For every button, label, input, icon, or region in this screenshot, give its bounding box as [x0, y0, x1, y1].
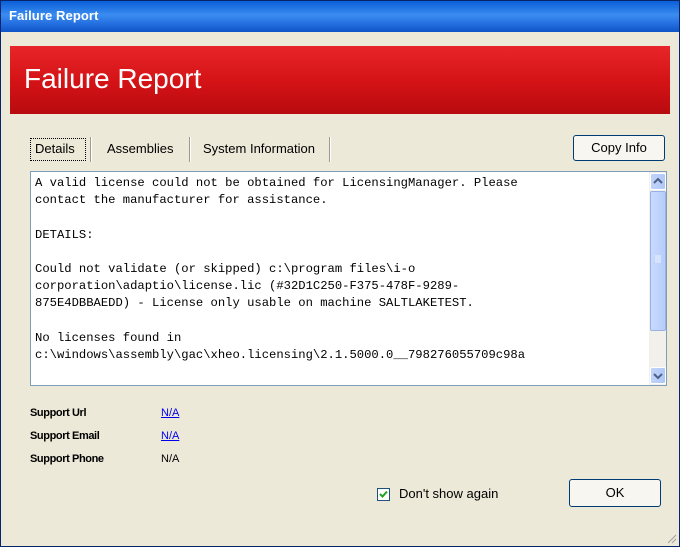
- copy-info-button[interactable]: Copy Info: [573, 135, 665, 161]
- chevron-up-icon: [653, 177, 663, 184]
- support-url-label: Support Url: [30, 407, 87, 419]
- grip-lines-icon: [655, 255, 661, 263]
- tab-system-information[interactable]: System Information: [203, 137, 315, 161]
- ok-button[interactable]: OK: [569, 479, 661, 507]
- scroll-up-button[interactable]: [650, 173, 666, 190]
- support-email-link[interactable]: N/A: [161, 430, 179, 442]
- support-url-link[interactable]: N/A: [161, 407, 179, 419]
- checkmark-icon: [379, 490, 388, 498]
- vertical-scrollbar[interactable]: [649, 172, 666, 385]
- support-email-label: Support Email: [30, 430, 100, 442]
- header-banner: Failure Report: [10, 46, 670, 114]
- banner-title: Failure Report: [24, 63, 202, 94]
- window-title: Failure Report: [9, 8, 99, 23]
- details-text: A valid license could not be obtained fo…: [35, 176, 526, 363]
- chevron-down-icon: [653, 373, 663, 380]
- support-phone-label: Support Phone: [30, 453, 104, 465]
- scroll-down-button[interactable]: [650, 367, 666, 384]
- dont-show-again-checkbox[interactable]: [377, 488, 390, 501]
- tab-separator: [90, 137, 92, 162]
- tab-details[interactable]: Details: [35, 137, 75, 161]
- details-textarea[interactable]: A valid license could not be obtained fo…: [30, 171, 667, 386]
- support-phone-value: N/A: [161, 453, 180, 465]
- tab-assemblies[interactable]: Assemblies: [107, 137, 173, 161]
- title-bar[interactable]: Failure Report: [1, 1, 679, 32]
- tab-separator: [329, 137, 331, 162]
- resize-grip-icon[interactable]: [665, 532, 677, 544]
- tab-separator: [189, 137, 191, 162]
- dont-show-again-label[interactable]: Don't show again: [399, 486, 498, 501]
- scroll-thumb[interactable]: [650, 191, 666, 331]
- failure-report-window: Failure Report Failure Report Details As…: [0, 0, 680, 547]
